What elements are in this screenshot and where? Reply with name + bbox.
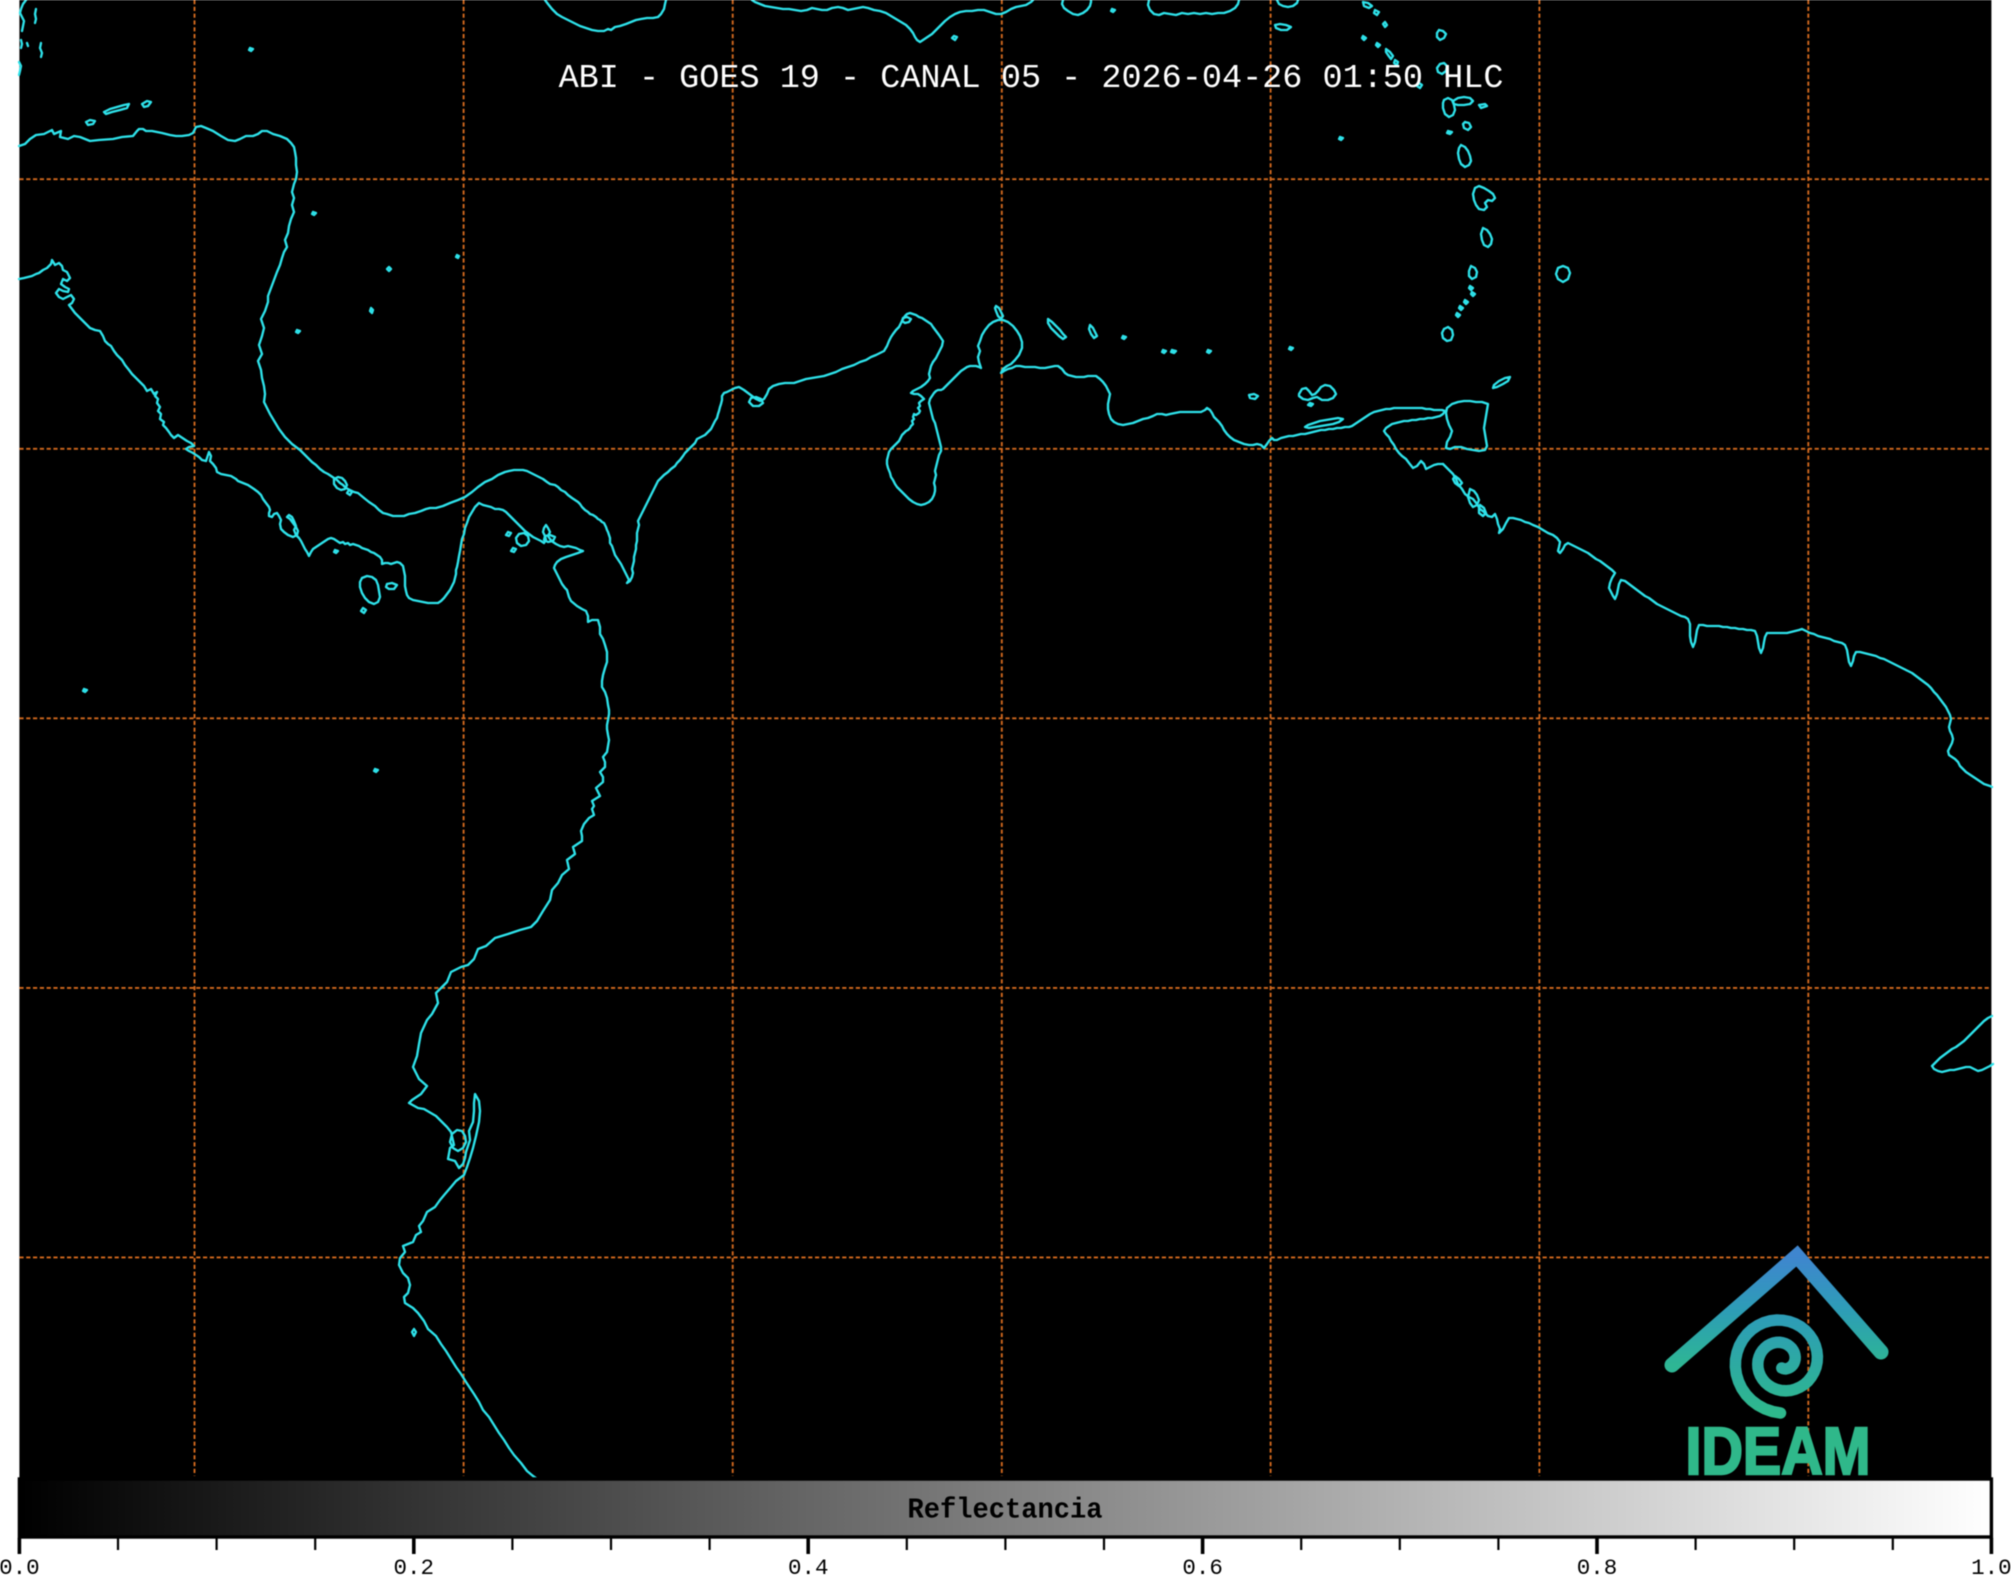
svg-text:ABI - GOES 19 - CANAL 05 - 202: ABI - GOES 19 - CANAL 05 - 2026-04-26 01…: [559, 60, 1504, 98]
svg-text:0.4: 0.4: [788, 1555, 829, 1577]
svg-text:0.8: 0.8: [1577, 1555, 1618, 1577]
svg-text:0.2: 0.2: [394, 1555, 435, 1577]
svg-text:0.0: 0.0: [0, 1555, 40, 1577]
svg-text:1.0: 1.0: [1971, 1555, 2011, 1577]
svg-text:Reflectancia: Reflectancia: [908, 1494, 1103, 1527]
svg-text:0.6: 0.6: [1182, 1555, 1223, 1577]
